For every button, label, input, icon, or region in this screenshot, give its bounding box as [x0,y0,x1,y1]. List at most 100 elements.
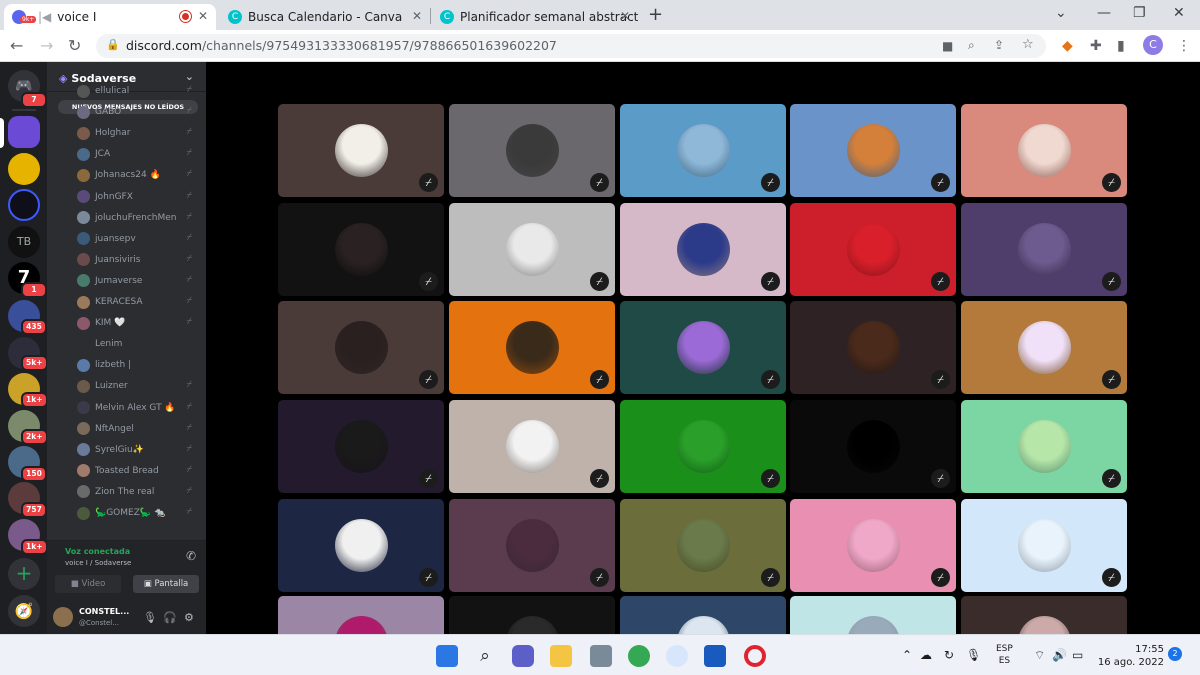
address-bar[interactable]: 🔒 discord.com/channels/97549313333068195… [96,34,1046,58]
server-icon[interactable]: TB [8,226,40,258]
server-icon[interactable] [8,189,40,221]
voice-member[interactable]: GABO ⌿ [77,103,202,121]
voice-member[interactable]: juansepv ⌿ [77,230,202,248]
participant-tile[interactable]: ⌿ [961,400,1127,493]
zoom-icon[interactable]: ⌕ [968,38,975,53]
language-indicator[interactable]: ESP ES [996,643,1013,667]
opera-icon[interactable] [744,645,766,667]
profile-avatar[interactable]: C [1143,35,1163,55]
reload-icon[interactable]: ↻ [68,36,81,55]
participant-tile[interactable]: ⌿ [449,104,615,197]
participant-tile[interactable]: ⌿ [790,301,956,394]
file-explorer-icon[interactable] [550,645,572,667]
tab-canva-planner[interactable]: C Planificador semanal abstracto - ✕ [432,4,638,30]
close-tab-icon[interactable]: ✕ [412,9,422,23]
voice-member[interactable]: JohnGFX ⌿ [77,188,202,206]
voice-member[interactable]: Zion The real ⌿ [77,483,202,501]
share-icon[interactable]: ⇪ [994,38,1004,52]
volume-icon[interactable]: 🔊 [1052,648,1067,662]
participant-tile[interactable]: ⌿ [620,104,786,197]
participant-tile[interactable] [278,596,444,634]
participant-tile[interactable]: ⌿ [961,301,1127,394]
voice-member[interactable]: Lenim [77,335,202,353]
participant-tile[interactable]: ⌿ [278,203,444,296]
participant-tile[interactable]: ⌿ [961,104,1127,197]
minimize-button[interactable]: — [1097,5,1111,21]
voice-member[interactable]: NftAngel ⌿ [77,420,202,438]
voice-member[interactable]: Jumaverse ⌿ [77,272,202,290]
voice-status[interactable]: Voz conectada [65,547,130,556]
calculator-icon[interactable] [590,645,612,667]
participant-tile[interactable] [961,596,1127,634]
cloud-icon[interactable]: ☁ [920,648,932,662]
word-icon[interactable] [704,645,726,667]
participant-tile[interactable]: ⌿ [278,301,444,394]
extensions-icon[interactable]: ✚ [1090,38,1102,54]
camera-icon[interactable]: ■ [942,39,953,53]
bookmark-star-icon[interactable]: ☆ [1022,37,1034,52]
voice-member[interactable]: ellulical ⌿ [77,82,202,100]
voice-member[interactable]: Johanacs24 🔥 ⌿ [77,166,202,184]
voice-member[interactable]: SyrelGiu✨ ⌿ [77,441,202,459]
voice-member[interactable]: Juansiviris ⌿ [77,251,202,269]
chevron-up-icon[interactable]: ⌃ [902,648,912,662]
voice-member[interactable]: Melvin Alex GT 🔥 ⌿ [77,399,202,417]
tab-canva-calendar[interactable]: C Busca Calendario - Canva ✕ [220,4,430,30]
participant-tile[interactable]: ⌿ [278,400,444,493]
voice-member[interactable]: Toasted Bread ⌿ [77,462,202,480]
user-avatar[interactable] [53,607,73,627]
participant-tile[interactable] [790,596,956,634]
battery-icon[interactable]: ▭ [1072,648,1083,662]
close-tab-icon[interactable]: ✕ [620,9,630,23]
voice-member[interactable]: joluchuFrenchMen ⌿ [77,209,202,227]
tab-search-icon[interactable]: ⌄ [1055,5,1067,21]
chrome-profile-icon[interactable] [666,645,688,667]
explore-servers-icon[interactable]: 🧭 [8,595,40,627]
participant-tile[interactable]: ⌿ [449,301,615,394]
settings-gear-icon[interactable]: ⚙ [184,611,194,624]
user-name[interactable]: CONSTEL... [79,607,129,616]
chrome-icon[interactable] [628,645,650,667]
new-tab-button[interactable]: + [648,4,663,25]
start-icon[interactable] [436,645,458,667]
participant-tile[interactable]: ⌿ [790,104,956,197]
server-sodaverse-icon[interactable] [8,116,40,148]
voice-member[interactable]: JCA ⌿ [77,145,202,163]
voice-member[interactable]: KERACESA ⌿ [77,293,202,311]
participant-tile[interactable]: ⌿ [961,203,1127,296]
participant-tile[interactable]: ⌿ [449,400,615,493]
server-icon[interactable] [8,153,40,185]
participant-tile[interactable]: ⌿ [961,499,1127,592]
participant-tile[interactable]: ⌿ [620,203,786,296]
participant-tile[interactable]: ⌿ [278,499,444,592]
voice-member[interactable]: 🦕GOMEZ🦕 🐀 ⌿ [77,504,202,522]
participant-tile[interactable]: ⌿ [620,301,786,394]
participant-tile[interactable]: ⌿ [620,499,786,592]
disconnect-icon[interactable]: ✆ [186,549,196,563]
participant-tile[interactable]: ⌿ [620,400,786,493]
participant-tile[interactable]: ⌿ [790,400,956,493]
voice-member[interactable]: lizbeth | [77,356,202,374]
participant-tile[interactable]: ⌿ [790,499,956,592]
metamask-icon[interactable]: ◆ [1062,38,1073,54]
video-button[interactable]: ■ Video [55,575,121,593]
participant-tile[interactable] [620,596,786,634]
sync-icon[interactable]: ↻ [944,648,954,662]
forward-icon[interactable]: → [40,36,53,55]
notification-badge[interactable]: 2 [1168,647,1182,661]
side-panel-icon[interactable]: ▮ [1117,38,1125,54]
add-server-icon[interactable]: + [8,558,40,590]
voice-member[interactable]: KIM 🤍 ⌿ [77,314,202,332]
participant-tile[interactable]: ⌿ [278,104,444,197]
participant-tile[interactable]: ⌿ [790,203,956,296]
voice-member[interactable]: Holghar ⌿ [77,124,202,142]
chat-icon[interactable] [512,645,534,667]
screen-share-button[interactable]: ▣ Pantalla [133,575,199,593]
wifi-icon[interactable]: ⌔ [1034,648,1045,663]
tab-voice[interactable]: 9k+ |◀ voice I ✕ [4,4,216,30]
participant-tile[interactable]: ⌿ [449,499,615,592]
system-clock[interactable]: 17:55 16 ago. 2022 [1096,643,1164,669]
participant-tile[interactable]: ⌿ [449,203,615,296]
voice-member[interactable]: Luizner ⌿ [77,377,202,395]
microphone-icon[interactable]: 🎙 [143,611,157,624]
